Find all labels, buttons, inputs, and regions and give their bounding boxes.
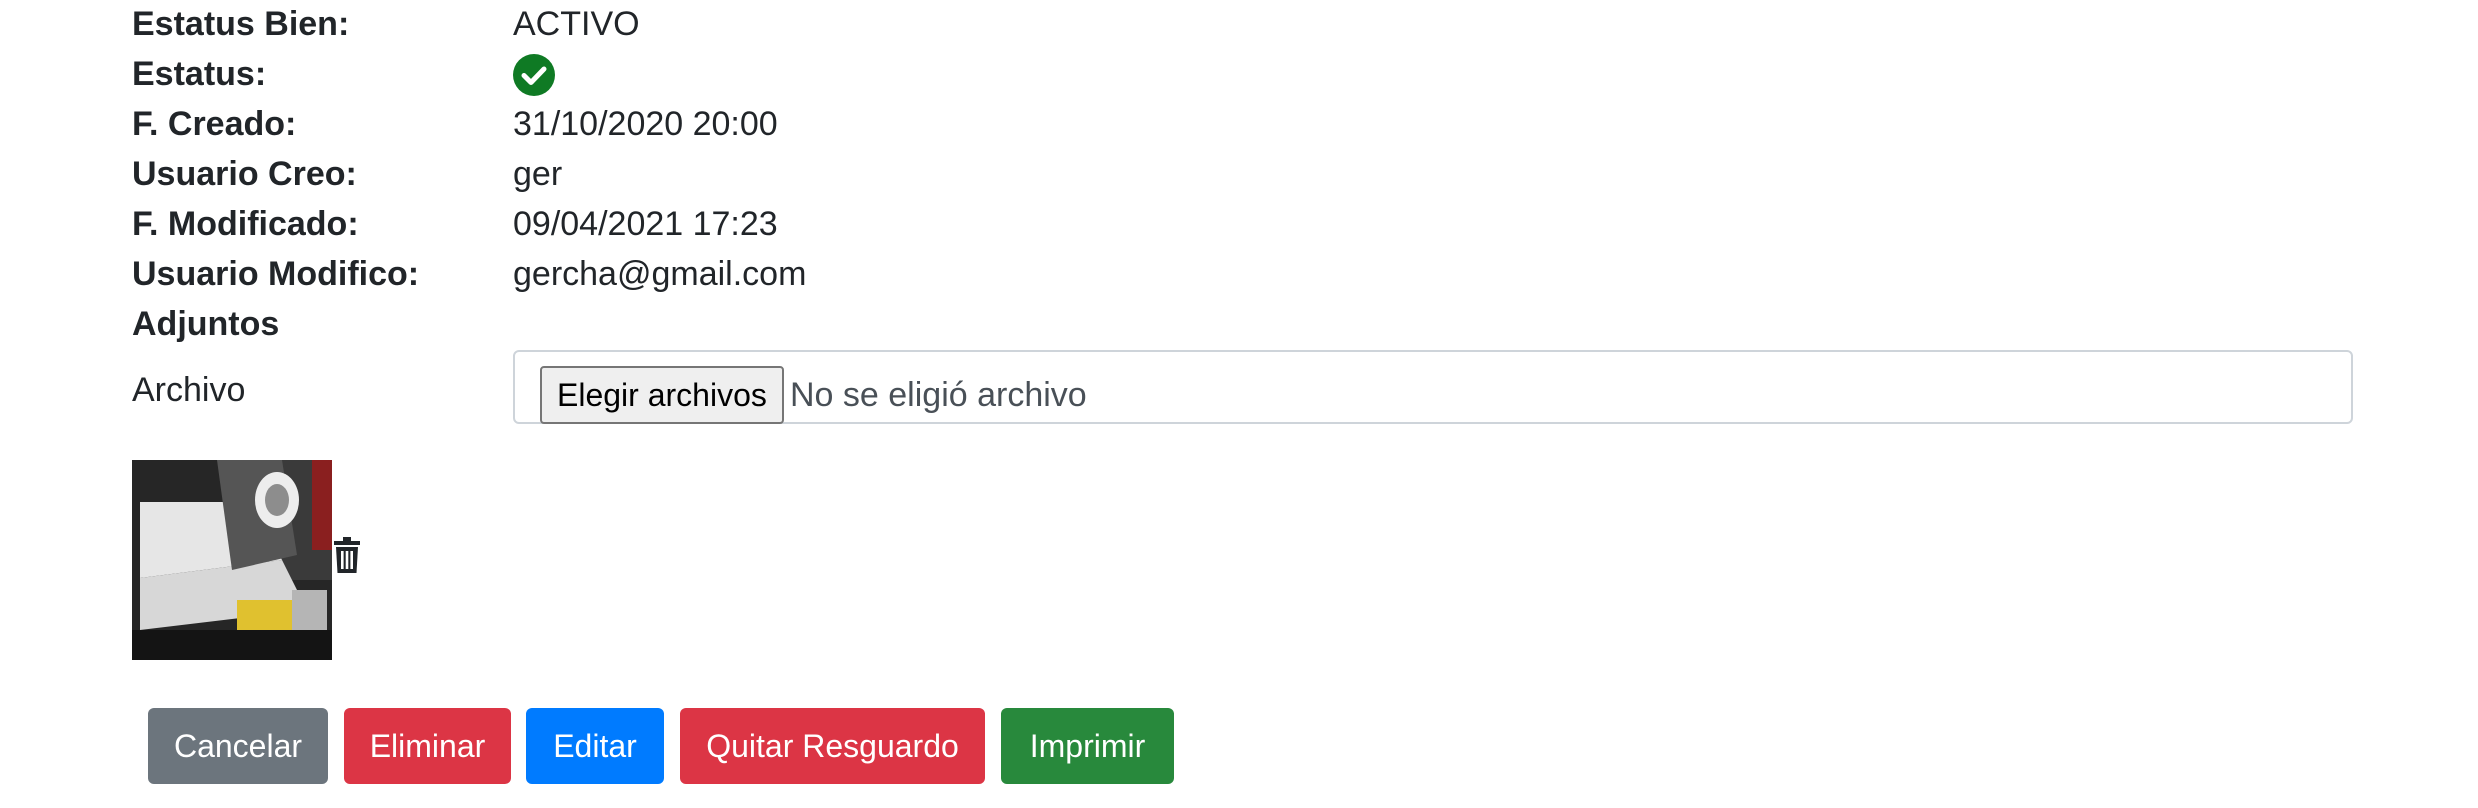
fecha-modificado-label: F. Modificado: (132, 205, 359, 243)
fecha-creado-value: 31/10/2020 20:00 (513, 105, 778, 143)
fecha-creado-label: F. Creado: (132, 105, 297, 143)
estatus-label: Estatus: (132, 55, 267, 93)
usuario-modifico-value: gercha@gmail.com (513, 255, 807, 293)
estatus-bien-label: Estatus Bien: (132, 5, 350, 43)
delete-button[interactable]: Eliminar (344, 708, 511, 784)
detail-row-fecha-modificado: F. Modificado: 09/04/2021 17:23 (132, 199, 1332, 249)
attachments-heading: Adjuntos (132, 305, 280, 343)
file-status-text: No se eligió archivo (790, 376, 1087, 414)
detail-row-usuario-creo: Usuario Creo: ger (132, 149, 1332, 199)
usuario-creo-value: ger (513, 155, 563, 193)
fecha-modificado-value: 09/04/2021 17:23 (513, 205, 778, 243)
trash-icon[interactable] (332, 537, 362, 573)
usuario-creo-label: Usuario Creo: (132, 155, 357, 193)
attachments-heading-row: Adjuntos (132, 299, 1332, 349)
archivo-label: Archivo (132, 371, 246, 409)
check-circle-icon (513, 54, 555, 96)
file-input[interactable]: Elegir archivos No se eligió archivo (513, 350, 2353, 424)
edit-button[interactable]: Editar (526, 708, 664, 784)
attachment-thumbnail[interactable] (132, 460, 332, 660)
remove-custody-button[interactable]: Quitar Resguardo (680, 708, 985, 784)
usuario-modifico-label: Usuario Modifico: (132, 255, 420, 293)
estatus-bien-value: ACTIVO (513, 5, 640, 43)
detail-row-estatus-bien: Estatus Bien: ACTIVO (132, 0, 1332, 49)
detail-row-fecha-creado: F. Creado: 31/10/2020 20:00 (132, 99, 1332, 149)
detail-row-estatus: Estatus: (132, 49, 1332, 99)
detail-row-usuario-modifico: Usuario Modifico: gercha@gmail.com (132, 249, 1332, 299)
print-button[interactable]: Imprimir (1001, 708, 1174, 784)
cancel-button[interactable]: Cancelar (148, 708, 328, 784)
choose-files-button[interactable]: Elegir archivos (540, 366, 784, 424)
